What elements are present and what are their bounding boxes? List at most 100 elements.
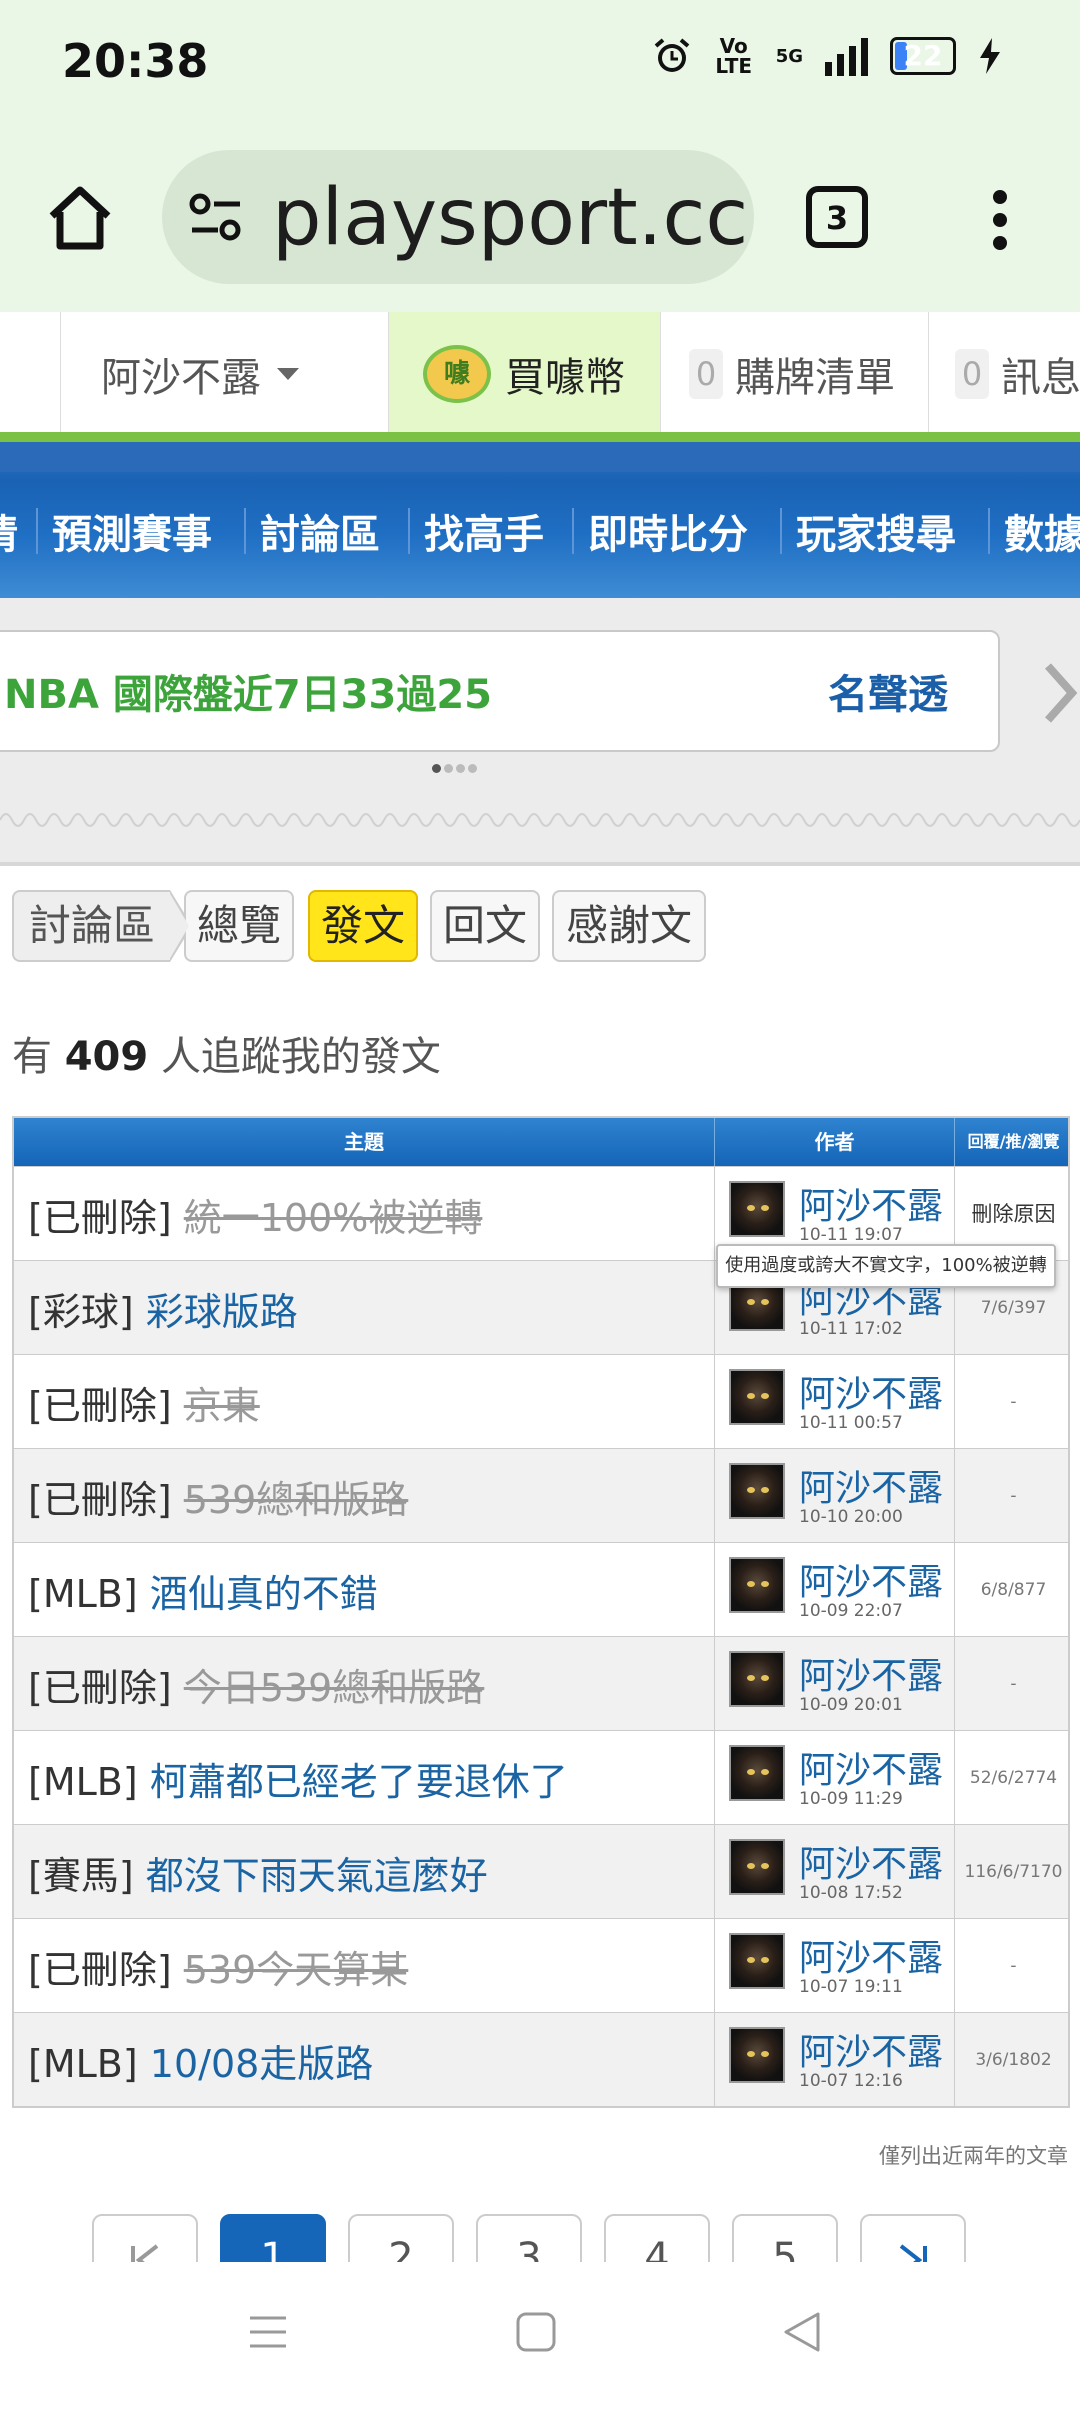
table-row: [已刪除] 539今天算某 阿沙不露 10-07 19:11 -: [14, 1918, 1068, 2013]
tab-overview[interactable]: 總覽: [184, 890, 294, 962]
post-title[interactable]: 10/08走版路: [150, 2042, 374, 2086]
author-link[interactable]: 阿沙不露: [799, 1929, 943, 1981]
avatar[interactable]: [729, 1557, 785, 1613]
cart-button[interactable]: 0 購牌清單: [660, 312, 928, 436]
author-link[interactable]: 阿沙不露: [799, 1177, 943, 1229]
author-link[interactable]: 阿沙不露: [799, 1835, 943, 1887]
home-nav-icon[interactable]: [514, 2310, 558, 2354]
site-settings-icon[interactable]: [188, 192, 244, 242]
avatar[interactable]: [729, 1933, 785, 1989]
author-link[interactable]: 阿沙不露: [799, 2023, 943, 2075]
header-stats[interactable]: 回覆/推/瀏覽: [954, 1118, 1072, 1166]
post-category-and-title: [已刪除] 統一100%被逆轉: [28, 1187, 482, 1242]
ticker-banner[interactable]: NBA 國際盤近7日33過25 名聲透: [0, 630, 1000, 752]
post-title[interactable]: 彩球版路: [146, 1290, 298, 1334]
more-vert-icon[interactable]: [990, 190, 1010, 250]
avatar[interactable]: [729, 1181, 785, 1237]
post-title[interactable]: 柯蕭都已經老了要退休了: [150, 1760, 568, 1804]
stats-cell: 3/6/1802: [954, 2013, 1072, 2107]
author-link[interactable]: 阿沙不露: [799, 1553, 943, 1605]
tab-posts[interactable]: 發文: [308, 890, 418, 962]
post-category-and-title: [MLB] 柯蕭都已經老了要退休了: [28, 1751, 568, 1806]
post-category: [已刪除]: [28, 1666, 172, 1710]
nav-item-forum[interactable]: 討論區: [260, 502, 380, 560]
stats-cell: 116/6/7170: [954, 1825, 1072, 1919]
volte-indicator: Vo LTE: [715, 34, 753, 78]
post-stats: 3/6/1802: [975, 2050, 1052, 2070]
author-link[interactable]: 阿沙不露: [799, 1459, 943, 1511]
back-icon[interactable]: [780, 2310, 824, 2354]
post-category-and-title: [已刪除] 今日539總和版路: [28, 1657, 484, 1712]
topic-cell: [已刪除] 統一100%被逆轉: [14, 1167, 714, 1261]
author-cell: 阿沙不露 10-11 00:57: [714, 1355, 954, 1449]
nav-item-predict[interactable]: 預測賽事: [52, 502, 212, 560]
status-icons: Vo LTE 5G 22: [652, 36, 1002, 76]
post-title[interactable]: 都沒下雨天氣這麼好: [146, 1854, 488, 1898]
post-title[interactable]: 酒仙真的不錯: [150, 1572, 378, 1616]
table-row: [已刪除] 今日539總和版路 阿沙不露 10-09 20:01 -: [14, 1636, 1068, 1731]
avatar[interactable]: [729, 1369, 785, 1425]
author-link[interactable]: 阿沙不露: [799, 1647, 943, 1699]
topic-cell: [賽馬] 都沒下雨天氣這麼好: [14, 1825, 714, 1919]
post-date: 10-10 20:00: [799, 1507, 903, 1527]
post-category: [已刪除]: [28, 1478, 172, 1522]
avatar[interactable]: [729, 2027, 785, 2083]
author-link[interactable]: 阿沙不露: [799, 1741, 943, 1793]
post-category: [MLB]: [28, 1572, 138, 1616]
chevron-right-icon[interactable]: [1040, 658, 1080, 728]
author-cell: 阿沙不露 10-07 12:16: [714, 2013, 954, 2107]
nav-item-data[interactable]: 數據: [1004, 502, 1080, 560]
post-category-and-title: [MLB] 酒仙真的不錯: [28, 1563, 378, 1618]
buy-coins-button[interactable]: 噱 買噱幣: [388, 312, 660, 436]
signal-icon: [825, 36, 868, 76]
stats-cell: -: [954, 1637, 1072, 1731]
post-stats: -: [1010, 1956, 1017, 1976]
avatar[interactable]: [729, 1839, 785, 1895]
post-title: 539總和版路: [183, 1478, 409, 1522]
header-author[interactable]: 作者: [714, 1118, 954, 1166]
nav-item-livescore[interactable]: 即時比分: [588, 502, 748, 560]
messages-button[interactable]: 0 訊息: [928, 312, 1080, 436]
crumb-forum[interactable]: 討論區: [12, 890, 192, 962]
header-divider: [0, 432, 1080, 442]
author-link[interactable]: 阿沙不露: [799, 1365, 943, 1417]
ticker-pagination: [432, 764, 477, 773]
table-body: [已刪除] 統一100%被逆轉 阿沙不露 10-11 19:07 刪除原因 [彩球] 彩…: [14, 1166, 1068, 2107]
home-icon[interactable]: [44, 182, 116, 254]
tab-thanks[interactable]: 感謝文: [552, 890, 706, 962]
cart-label: 購牌清單: [735, 355, 895, 401]
delete-reason-tooltip: 使用過度或誇大不實文字，100%被逆轉: [716, 1244, 1056, 1288]
header-topic[interactable]: 主題: [14, 1118, 714, 1166]
avatar[interactable]: [729, 1651, 785, 1707]
stats-cell: 6/8/877: [954, 1543, 1072, 1637]
author-cell: 阿沙不露 10-09 11:29: [714, 1731, 954, 1825]
recents-icon[interactable]: [246, 2310, 290, 2354]
topic-cell: [MLB] 酒仙真的不錯: [14, 1543, 714, 1637]
username: 阿沙不露: [101, 355, 261, 401]
post-category: [已刪除]: [28, 1384, 172, 1428]
post-category: [MLB]: [28, 2042, 138, 2086]
post-title: 539今天算某: [183, 1948, 409, 1992]
avatar[interactable]: [729, 1745, 785, 1801]
user-menu[interactable]: 阿沙不露: [60, 312, 388, 436]
post-category-and-title: [已刪除] 539今天算某: [28, 1939, 408, 1994]
topic-cell: [MLB] 柯蕭都已經老了要退休了: [14, 1731, 714, 1825]
avatar[interactable]: [729, 1463, 785, 1519]
nav-item-player-search[interactable]: 玩家搜尋: [796, 502, 956, 560]
nav-item-partial[interactable]: 情: [0, 502, 18, 560]
table-row: [MLB] 柯蕭都已經老了要退休了 阿沙不露 10-09 11:29 52/6/277…: [14, 1730, 1068, 1825]
cart-count: 0: [689, 349, 723, 399]
tab-switcher-button[interactable]: 3: [806, 186, 868, 248]
followers-text: 有 409 人追蹤我的發文: [12, 1034, 441, 1080]
browser-toolbar: playsport.cc 3: [0, 124, 1080, 312]
nav-item-experts[interactable]: 找高手: [424, 502, 544, 560]
ticker-right-text: 名聲透: [828, 672, 948, 718]
table-header: 主題 作者 回覆/推/瀏覽: [14, 1118, 1068, 1166]
stats-cell: -: [954, 1449, 1072, 1543]
post-category-and-title: [MLB] 10/08走版路: [28, 2033, 373, 2088]
stats-cell: -: [954, 1355, 1072, 1449]
tab-replies[interactable]: 回文: [430, 890, 540, 962]
post-stats[interactable]: 刪除原因: [972, 1202, 1056, 1226]
address-bar[interactable]: playsport.cc: [162, 150, 754, 284]
post-category: [MLB]: [28, 1760, 138, 1804]
